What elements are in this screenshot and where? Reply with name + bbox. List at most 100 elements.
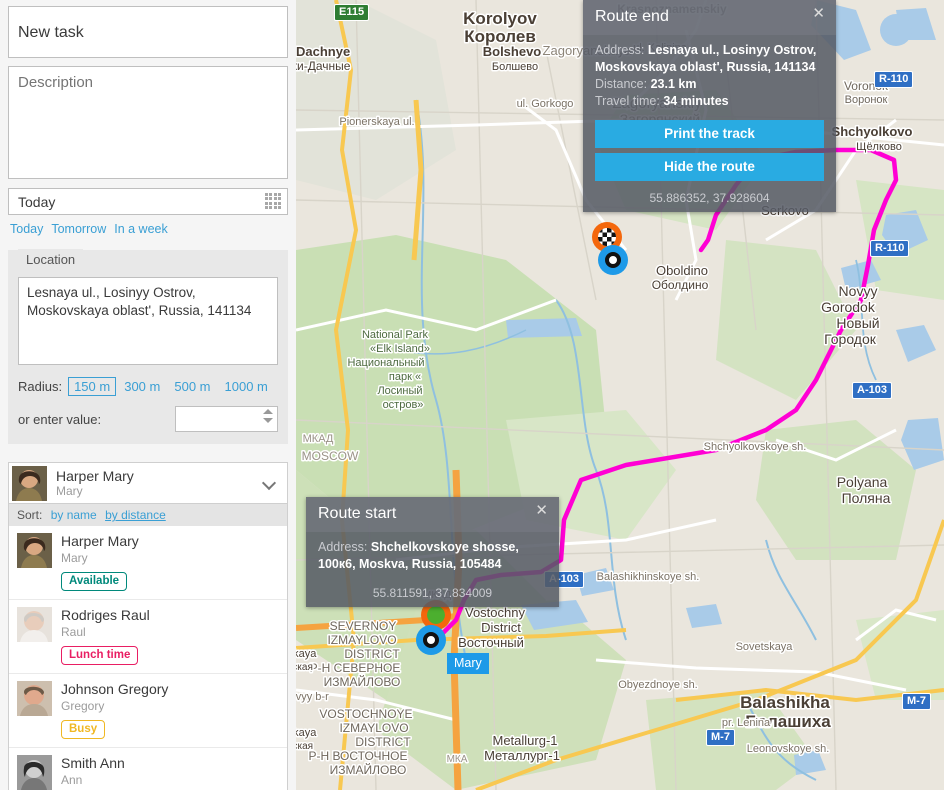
- hide-the-route-button[interactable]: Hide the route: [595, 153, 824, 181]
- map-label: VOSTOCHNOYE: [319, 707, 412, 721]
- road-shield-m7-a: M-7: [902, 693, 931, 710]
- map-label: pr. Lenina: [722, 717, 771, 729]
- map-label: Р-Н ВОСТОЧНОЕ: [308, 749, 407, 763]
- map-label: Воронок: [845, 94, 888, 106]
- status-badge: Lunch time: [61, 646, 139, 666]
- map-label: SEVERNOY: [330, 619, 397, 633]
- map-label: Novyy: [839, 283, 878, 299]
- list-item[interactable]: Smith Ann Ann Available: [9, 748, 287, 790]
- user-location-marker[interactable]: [416, 625, 446, 655]
- quick-date-today[interactable]: Today: [10, 222, 43, 236]
- map-label: odlipki-Dachnye: [296, 44, 350, 59]
- route-end-popup: Route end ✕ Address: Lesnaya ul., Losiny…: [583, 0, 836, 212]
- status-badge: Busy: [61, 720, 106, 740]
- avatar: [12, 465, 47, 501]
- assignee-name: Harper Mary: [56, 467, 134, 484]
- user-login: Raul: [61, 625, 86, 640]
- address-label: Address:: [318, 540, 368, 554]
- map-label: Щёлково: [856, 141, 902, 153]
- radius-option-150[interactable]: 150 m: [68, 377, 117, 396]
- map-label: Korolyov: [463, 9, 537, 28]
- task-form-panel: Today Tomorrow In a week Location Radius: …: [0, 0, 296, 790]
- quick-date-links: Today Tomorrow In a week: [10, 222, 288, 236]
- task-description-input[interactable]: [8, 66, 288, 179]
- route-end-popup-title: Route end: [595, 8, 669, 25]
- avatar: [17, 607, 52, 643]
- map-label: Leonovskoye sh.: [747, 743, 830, 755]
- route-start-address-row: Address: Shchelkovskoye shosse, 100к6, M…: [318, 539, 547, 573]
- travel-time-value: 34 minutes: [663, 94, 729, 108]
- custom-radius-label: or enter value:: [18, 411, 102, 427]
- route-start-popup-header: Route start ✕: [306, 497, 559, 532]
- user-name: Harper Mary: [61, 533, 139, 549]
- map-label: парк «: [389, 371, 421, 383]
- sort-by-name[interactable]: by name: [51, 508, 97, 522]
- map-label: ИЗМАЙЛОВО: [330, 762, 407, 777]
- list-item[interactable]: Rodriges Raul Raul Lunch time: [9, 600, 287, 675]
- map-label: National Park: [362, 329, 429, 341]
- map-label: skaya: [296, 727, 317, 739]
- map-label: ul. Gorkogo: [517, 98, 574, 110]
- calendar-icon[interactable]: [265, 193, 281, 209]
- list-item[interactable]: Johnson Gregory Gregory Busy: [9, 674, 287, 749]
- user-login: Ann: [61, 773, 83, 788]
- map-label: Shchyolkovskoye sh.: [704, 441, 807, 453]
- route-end-dot-marker[interactable]: [598, 245, 628, 275]
- map-canvas[interactable]: KorolyovКоролевodlipki-DachnyeПодлипки-Д…: [296, 0, 944, 790]
- map-label: Metallurg-1: [492, 733, 557, 748]
- checkered-flag-icon: [598, 228, 616, 246]
- map-label: Polyana: [837, 474, 888, 490]
- address-label: Address:: [595, 43, 645, 57]
- road-shield-r110-a: R-110: [874, 71, 914, 88]
- radius-row: Radius: 150 m 300 m 500 m 1000 m: [18, 377, 278, 396]
- radius-option-1000[interactable]: 1000 m: [219, 377, 274, 396]
- route-end-popup-header: Route end ✕: [583, 0, 836, 35]
- assignee-selector[interactable]: Harper Mary Mary: [8, 462, 288, 504]
- map-label: МКА: [447, 754, 468, 765]
- map-label: «Elk Island»: [370, 343, 430, 355]
- route-end-coordinates: 55.886352, 37.928604: [649, 191, 770, 205]
- location-address-input[interactable]: [18, 277, 278, 365]
- assignee-login: Mary: [56, 483, 83, 498]
- date-input[interactable]: [8, 188, 288, 215]
- map-label: Pionerskaya ul.: [339, 116, 414, 128]
- user-name: Rodriges Raul: [61, 607, 150, 624]
- status-badge: Available: [61, 572, 128, 592]
- route-start-coordinates: 55.811591, 37.834009: [372, 586, 493, 600]
- user-login: Gregory: [61, 699, 105, 714]
- map-label: Vostochny: [465, 605, 525, 620]
- route-start-popup-title: Route start: [318, 505, 397, 522]
- map-label: Sovetskaya: [736, 641, 794, 653]
- map-label: Bolshevo: [483, 44, 542, 59]
- travel-time-label: Travel time:: [595, 94, 660, 108]
- list-item[interactable]: Harper Mary Mary Available: [9, 526, 287, 601]
- date-field: [8, 188, 288, 215]
- print-the-track-button[interactable]: Print the track: [595, 120, 824, 148]
- chevron-down-icon[interactable]: [263, 477, 276, 490]
- map-label: DISTRICT: [355, 735, 411, 749]
- close-icon[interactable]: ✕: [809, 4, 828, 23]
- map-label: skaya: [296, 648, 317, 660]
- map-label: Oboldino: [656, 263, 708, 278]
- map-label: Восточный: [458, 635, 524, 650]
- close-icon[interactable]: ✕: [532, 501, 551, 520]
- map-label: Оболдино: [652, 278, 709, 292]
- spinner-arrows-icon[interactable]: [263, 409, 274, 429]
- radius-option-300[interactable]: 300 m: [118, 377, 166, 396]
- task-title-input[interactable]: [8, 6, 288, 58]
- map-label: Национальный: [347, 357, 424, 369]
- map-label: Болшево: [492, 61, 538, 73]
- map-label: Поляна: [842, 490, 891, 506]
- quick-date-tomorrow[interactable]: Tomorrow: [51, 222, 106, 236]
- route-start-popup: Route start ✕ Address: Shchelkovskoye sh…: [306, 497, 559, 607]
- radius-option-500[interactable]: 500 m: [168, 377, 216, 396]
- quick-date-in-a-week[interactable]: In a week: [114, 222, 168, 236]
- location-legend: Location: [18, 249, 84, 269]
- map-label: Новый: [836, 315, 879, 331]
- map-label: вская: [296, 662, 313, 673]
- map-label: irenevyy b-r: [296, 691, 329, 703]
- user-name-tag[interactable]: Mary: [447, 653, 489, 674]
- map-label: Лосиный: [377, 385, 422, 397]
- sort-bar: Sort: by name by distance: [8, 504, 288, 526]
- sort-by-distance[interactable]: by distance: [105, 508, 166, 522]
